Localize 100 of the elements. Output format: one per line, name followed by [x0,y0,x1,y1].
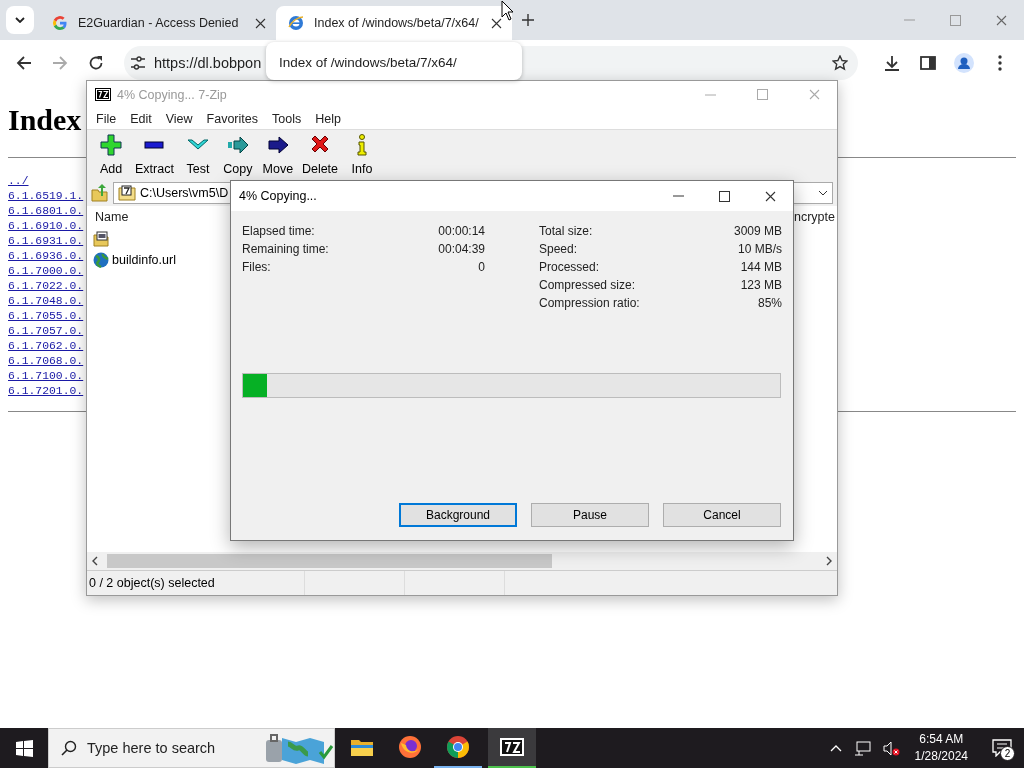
archive-logo-icon [95,88,111,101]
stat-value: 123 MB [740,278,782,292]
arrow-right-icon [226,134,249,156]
arrow-right-icon [266,134,289,156]
notifications-button[interactable]: 2 [980,728,1024,768]
dialog-button[interactable]: Cancel [663,503,781,527]
directory-link[interactable]: 6.1.6936.0. [8,249,84,264]
column-header[interactable]: Name [95,210,129,224]
chevron-down-icon [15,17,25,23]
folder-up-icon[interactable] [91,184,109,202]
stat-label: Compressed size: [539,278,636,292]
browser-tab[interactable]: E2Guardian - Access Denied [40,6,276,40]
tab-tooltip: Index of /windows/beta/7/x64/ [266,42,522,80]
tab-search-button[interactable] [6,6,34,34]
archive-logo-icon [500,738,524,756]
window-title: 4% Copying... 7-Zip [117,87,228,102]
chevron-down-icon [818,190,828,196]
directory-link[interactable]: 6.1.7000.0. [8,264,84,279]
menu-item[interactable]: File [89,111,124,126]
directory-link[interactable]: 6.1.7068.0. [8,354,84,369]
chevron-up-icon [829,744,842,752]
dialog-button[interactable]: Pause [531,503,649,527]
minimize-icon [704,93,716,96]
sliders-icon [130,55,146,70]
message-icon [992,739,1012,757]
stat-value: 3009 MB [733,224,782,238]
minimize-icon [672,195,684,197]
directory-link[interactable]: 6.1.6931.0. [8,234,84,249]
windows-icon [15,739,33,757]
dialog-button[interactable]: Background [399,503,517,527]
stat-value: 0 [478,260,485,274]
directory-link[interactable]: 6.1.7055.0. [8,309,84,324]
more-icon [998,54,1002,71]
arrow-right-icon [52,54,68,71]
suitcase-map-icon [264,732,334,764]
directory-link[interactable]: 6.1.6910.0. [8,219,84,234]
maximize-icon [718,190,730,202]
disc-image-icon [93,230,109,247]
close-icon [808,89,820,100]
menu-item[interactable]: Edit [123,111,159,126]
stat-value: 10 MB/s [738,242,782,256]
taskbar-app[interactable] [488,728,536,768]
column-header[interactable]: ncrypte [794,210,835,224]
search-box[interactable]: Type here to search [48,728,335,768]
toolbar-button[interactable]: Move [257,132,298,178]
plus-icon [522,14,534,26]
stat-label: Remaining time: [242,242,329,256]
network-icon [853,740,871,756]
stat-value: 00:00:14 [438,224,485,238]
menu-item[interactable]: Help [308,111,348,126]
stat-label: Processed: [539,260,600,274]
scrollbar-thumb[interactable] [107,554,553,568]
toolbar-button[interactable]: Info [342,132,383,178]
dialog-title: 4% Copying... [239,189,318,203]
side-panel-icon [920,55,936,70]
directory-link[interactable]: 6.1.6801.0. [8,204,84,219]
stat-label: Total size: [539,224,593,238]
stat-label: Files: [242,260,271,274]
clock[interactable]: 6:54 AM 1/28/2024 [908,728,974,768]
fox-globe-icon [398,735,422,759]
chrome-icon [446,735,470,759]
stat-value: 144 MB [740,260,782,274]
globe-e-icon [288,15,304,31]
maximize-icon [756,89,768,100]
directory-link[interactable]: 6.1.7057.0. [8,324,84,339]
menu-item[interactable]: Tools [265,111,309,126]
tab-title: E2Guardian - Access Denied [78,16,240,30]
close-icon [255,17,266,29]
directory-link[interactable]: 6.1.7048.0. [8,294,84,309]
google-icon [52,15,68,31]
toolbar-button[interactable]: Delete [297,132,343,178]
directory-link[interactable]: ../ [8,174,29,189]
folder-icon [350,737,374,757]
directory-link[interactable]: 6.1.7100.0. [8,369,84,384]
toolbar-button[interactable]: Extract [131,132,178,178]
toolbar-button[interactable]: Add [91,132,131,178]
tab-title: Index of /windows/beta/7/x64/ [314,16,480,30]
browser-tab[interactable]: Index of /windows/beta/7/x64/ [276,6,512,40]
menu-item[interactable]: View [158,111,200,126]
toolbar-button[interactable]: Test [177,132,218,178]
file-name[interactable]: buildinfo.url [112,252,176,267]
reload-icon [88,54,104,71]
close-icon [764,190,776,202]
download-icon [884,54,900,71]
stat-value: 00:04:39 [438,242,485,256]
directory-link[interactable]: 6.1.6519.1. [8,189,84,204]
minimize-icon [903,19,915,21]
cursor-icon [501,0,514,21]
stat-label: Compression ratio: [539,296,640,310]
menu-item[interactable]: Favorites [199,111,265,126]
directory-link[interactable]: 6.1.7201.0. [8,384,84,399]
close-icon [491,17,502,29]
directory-link[interactable]: 6.1.7022.0. [8,279,84,294]
archive-folder-icon [118,185,136,201]
arrow-left-icon [16,54,32,71]
star-icon[interactable] [832,54,848,71]
search-icon [61,740,77,756]
directory-link[interactable]: 6.1.7062.0. [8,339,84,354]
globe-icon [93,251,109,268]
toolbar-button[interactable]: Copy [217,132,258,178]
